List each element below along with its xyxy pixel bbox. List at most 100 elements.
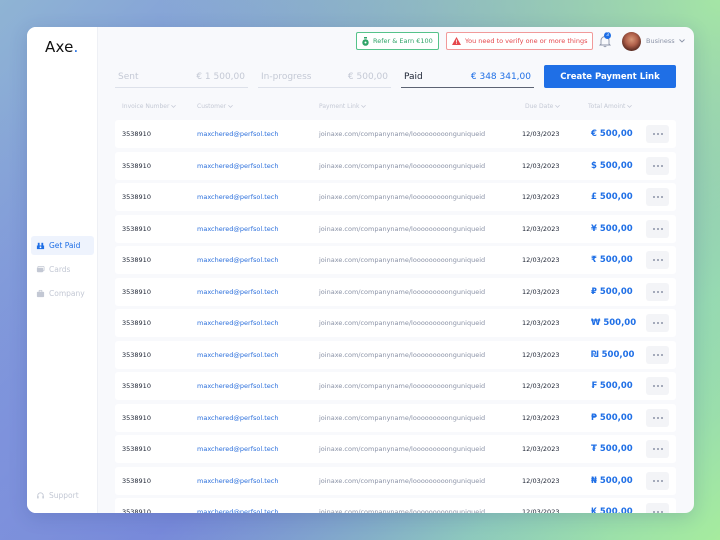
sidebar-item-cards[interactable]: Cards (31, 260, 94, 279)
customer-email[interactable]: maxchered@perfsol.tech (197, 193, 278, 201)
table-row[interactable]: 3538910 maxchered@perfsol.tech joinaxe.c… (115, 372, 676, 400)
dot-icon (656, 290, 659, 293)
sidebar-item-label: Get Paid (49, 241, 81, 250)
more-options-button[interactable] (646, 345, 669, 364)
more-options-button[interactable] (646, 408, 669, 427)
customer-email[interactable]: maxchered@perfsol.tech (197, 414, 278, 422)
dot-icon (660, 479, 663, 482)
customer-email[interactable]: maxchered@perfsol.tech (197, 351, 278, 359)
sidebar-item-get-paid[interactable]: Get Paid (31, 236, 94, 255)
total-amount: ¥ 500,00 (591, 223, 633, 234)
column-header-total-amount[interactable]: Total Amoint (588, 103, 633, 110)
more-options-button[interactable] (646, 314, 669, 332)
tab-sent[interactable]: Sent € 1 500,00 (115, 66, 248, 88)
logo[interactable]: Axe. (45, 38, 78, 56)
table-row[interactable]: 3538910 maxchered@perfsol.tech joinaxe.c… (115, 183, 676, 211)
table-row[interactable]: 3538910 maxchered@perfsol.tech joinaxe.c… (115, 403, 676, 432)
table-row[interactable]: 3538910 maxchered@perfsol.tech joinaxe.c… (115, 277, 676, 306)
total-amount: ₽ 500,00 (591, 286, 633, 297)
customer-email[interactable]: maxchered@perfsol.tech (197, 445, 278, 453)
due-date: 12/03/2023 (522, 161, 560, 170)
warning-icon (452, 37, 461, 45)
table-row[interactable]: 3538910 maxchered@perfsol.tech joinaxe.c… (115, 246, 676, 274)
dot-icon (656, 385, 659, 387)
payment-link[interactable]: joinaxe.com/companyname/looooooooonguniq… (319, 508, 485, 513)
sidebar-item-label: Cards (49, 265, 71, 274)
payment-link[interactable]: joinaxe.com/companyname/looooooooonguniq… (319, 445, 485, 453)
payment-link[interactable]: joinaxe.com/companyname/looooooooonguniq… (319, 351, 485, 359)
customer-email[interactable]: maxchered@perfsol.tech (197, 477, 278, 485)
tab-amount: € 348 341,00 (470, 71, 531, 82)
more-options-button[interactable] (646, 188, 669, 206)
customer-email[interactable]: maxchered@perfsol.tech (197, 508, 278, 513)
more-options-button[interactable] (646, 251, 669, 269)
more-options-button[interactable] (646, 471, 669, 490)
more-options-button[interactable] (646, 503, 669, 513)
customer-email[interactable]: maxchered@perfsol.tech (197, 130, 278, 138)
dot-icon (652, 416, 655, 419)
table-row[interactable]: 3538910 maxchered@perfsol.tech joinaxe.c… (115, 309, 676, 337)
table-row[interactable]: 3538910 maxchered@perfsol.tech joinaxe.c… (115, 120, 676, 148)
dot-icon (656, 511, 659, 513)
total-amount: ₭ 500,00 (591, 507, 633, 513)
due-date: 12/03/2023 (522, 319, 560, 327)
refer-earn-button[interactable]: Refer & Earn €100 (356, 32, 439, 50)
customer-email[interactable]: maxchered@perfsol.tech (197, 225, 278, 233)
payment-link[interactable]: joinaxe.com/companyname/looooooooonguniq… (319, 477, 485, 485)
table-row[interactable]: 3538910 maxchered@perfsol.tech joinaxe.c… (115, 435, 676, 463)
customer-email[interactable]: maxchered@perfsol.tech (197, 382, 278, 390)
table-row[interactable]: 3538910 maxchered@perfsol.tech joinaxe.c… (115, 498, 676, 513)
avatar[interactable] (622, 32, 641, 51)
due-date: 12/03/2023 (522, 508, 560, 513)
due-date: 12/03/2023 (522, 193, 560, 201)
more-options-button[interactable] (646, 156, 669, 175)
payment-link[interactable]: joinaxe.com/companyname/looooooooonguniq… (319, 130, 485, 138)
tab-label: Paid (404, 71, 423, 82)
customer-email[interactable]: maxchered@perfsol.tech (197, 319, 278, 327)
table-row[interactable]: 3538910 maxchered@perfsol.tech joinaxe.c… (115, 151, 676, 180)
more-options-button[interactable] (646, 377, 669, 395)
table-row[interactable]: 3538910 maxchered@perfsol.tech joinaxe.c… (115, 340, 676, 369)
customer-email[interactable]: maxchered@perfsol.tech (197, 256, 278, 264)
sidebar-item-company[interactable]: Company (31, 284, 94, 303)
support-link[interactable]: Support (36, 491, 79, 500)
dot-icon (656, 479, 659, 482)
dot-icon (656, 133, 659, 135)
table-row[interactable]: 3538910 maxchered@perfsol.tech joinaxe.c… (115, 466, 676, 495)
column-header-payment-link[interactable]: Payment Link (319, 103, 367, 110)
chevron-down-icon (555, 104, 561, 108)
payment-link[interactable]: joinaxe.com/companyname/looooooooonguniq… (319, 256, 485, 264)
invoice-number: 3538910 (122, 161, 151, 170)
customer-email[interactable]: maxchered@perfsol.tech (197, 288, 278, 296)
more-options-button[interactable] (646, 219, 669, 238)
tab-paid[interactable]: Paid € 348 341,00 (401, 66, 534, 88)
dot-icon (660, 164, 663, 167)
more-options-button[interactable] (646, 440, 669, 458)
payment-link[interactable]: joinaxe.com/companyname/looooooooonguniq… (319, 288, 485, 296)
payment-link[interactable]: joinaxe.com/companyname/looooooooonguniq… (319, 382, 485, 390)
chevron-down-icon (171, 104, 177, 108)
create-payment-link-button[interactable]: Create Payment Link (544, 65, 676, 88)
dot-icon (660, 416, 663, 419)
column-header-invoice-number[interactable]: Invoice Number (122, 103, 177, 110)
column-header-due-date[interactable]: Due Date (525, 103, 561, 110)
dot-icon (656, 322, 659, 324)
profile-menu[interactable]: Business (646, 37, 685, 45)
sidebar-item-label: Company (49, 289, 85, 298)
dot-icon (656, 164, 659, 167)
more-options-button[interactable] (646, 125, 669, 143)
verify-warning-button[interactable]: You need to verify one or more things (446, 32, 594, 50)
table-row[interactable]: 3538910 maxchered@perfsol.tech joinaxe.c… (115, 214, 676, 243)
tab-amount: € 1 500,00 (196, 71, 245, 82)
cards-icon (36, 265, 45, 273)
payment-link[interactable]: joinaxe.com/companyname/looooooooonguniq… (319, 193, 485, 201)
total-amount: € 500,00 (591, 129, 633, 139)
customer-email[interactable]: maxchered@perfsol.tech (197, 162, 278, 170)
more-options-button[interactable] (646, 282, 669, 301)
payment-link[interactable]: joinaxe.com/companyname/looooooooonguniq… (319, 319, 485, 327)
payment-link[interactable]: joinaxe.com/companyname/looooooooonguniq… (319, 162, 485, 170)
column-header-customer[interactable]: Customer (197, 103, 234, 110)
payment-link[interactable]: joinaxe.com/companyname/looooooooonguniq… (319, 225, 485, 233)
tab-in-progress[interactable]: In-progress € 500,00 (258, 66, 391, 88)
payment-link[interactable]: joinaxe.com/companyname/looooooooonguniq… (319, 414, 485, 422)
